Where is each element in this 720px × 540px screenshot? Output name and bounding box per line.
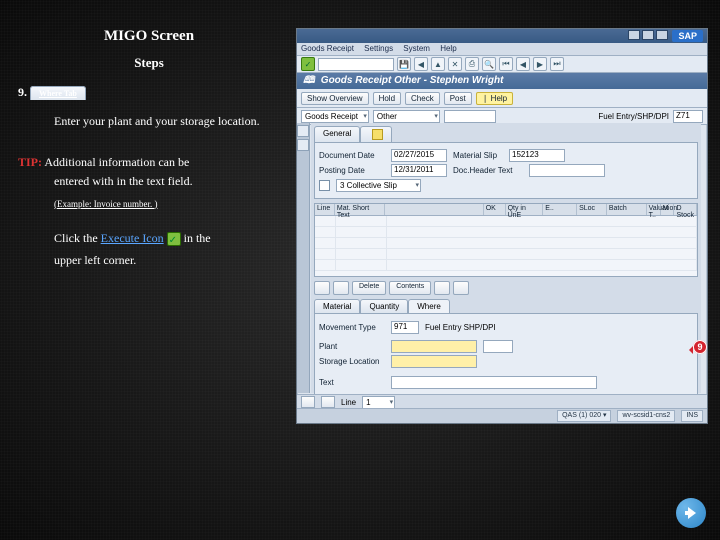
copy-icon[interactable] xyxy=(333,281,349,295)
instruction-panel: MIGO Screen Steps 9. Where Tab Enter you… xyxy=(0,0,290,540)
menu-settings[interactable]: Settings xyxy=(364,44,393,53)
headertext-label: Doc.Header Text xyxy=(453,166,523,175)
matslip-field[interactable]: 152123 xyxy=(509,149,565,162)
post-button[interactable]: Post xyxy=(444,92,472,105)
plant-code-field[interactable] xyxy=(483,340,513,353)
next-page-icon[interactable]: ▶ xyxy=(533,57,547,71)
prev-item-icon[interactable] xyxy=(301,396,315,408)
doc-date-label: Document Date xyxy=(319,151,385,160)
fuel-entry-label: Fuel Entry/SHP/DPI xyxy=(598,112,669,121)
help-button[interactable]: ❘ Help xyxy=(476,92,513,105)
tip-example: (Example: Invoice number. ) xyxy=(54,199,284,209)
menu-goods-receipt[interactable]: Goods Receipt xyxy=(301,44,354,53)
hold-button[interactable]: Hold xyxy=(373,92,401,105)
line-label: Line xyxy=(341,398,356,407)
sloc-label: Storage Location xyxy=(319,357,385,366)
action-select[interactable]: Goods Receipt xyxy=(301,110,369,123)
matslip-label: Material Slip xyxy=(453,151,503,160)
sloc-field[interactable] xyxy=(391,355,477,368)
delete-button[interactable]: Delete xyxy=(352,281,386,295)
sys-host: wv-scsid1-cns2 xyxy=(617,410,675,422)
mvt-type-field[interactable]: Z71 xyxy=(673,110,703,123)
execute-icon-link: Execute Icon xyxy=(101,231,164,245)
main-area: General Document Date 02/27/2015 Materia… xyxy=(311,123,701,393)
collective-slip-select[interactable]: 3 Collective Slip xyxy=(336,179,421,192)
tab-general[interactable]: General xyxy=(314,126,360,142)
execute-instruction: Click the Execute Icon in the xyxy=(54,227,284,250)
tab-quantity[interactable]: Quantity xyxy=(360,299,408,313)
execute-instruction-line2: upper left corner. xyxy=(54,249,284,272)
step-body: Enter your plant and your storage locati… xyxy=(54,110,284,133)
detail-icon[interactable] xyxy=(314,281,330,295)
callout-marker: 9 xyxy=(693,340,707,354)
mvt-type-label: Movement Type xyxy=(319,323,385,332)
mvt-desc: Fuel Entry SHP/DPI xyxy=(425,323,496,332)
line-select[interactable]: 1 xyxy=(362,396,395,409)
item-grid[interactable]: Line Mat. Short Text OK Qty in UnE E.. S… xyxy=(314,203,698,277)
sap-logo: SAP xyxy=(672,30,703,42)
window-buttons[interactable] xyxy=(626,30,668,42)
menu-bar[interactable]: Goods Receipt Settings System Help xyxy=(297,43,707,56)
sys-mode: INS xyxy=(681,410,703,422)
command-field[interactable] xyxy=(318,58,394,71)
post-date-label: Posting Date xyxy=(319,166,385,175)
app-toolbar: Show Overview Hold Check Post ❘ Help xyxy=(297,89,707,108)
prev-page-icon[interactable]: ◀ xyxy=(516,57,530,71)
steps-heading: Steps xyxy=(14,55,284,71)
plant-field[interactable] xyxy=(391,340,477,353)
cancel-icon[interactable]: ✕ xyxy=(448,57,462,71)
text-field[interactable] xyxy=(391,376,597,389)
grid-toolbar: Delete Contents xyxy=(314,281,698,295)
left-toolstrip xyxy=(297,123,310,393)
sort-icon[interactable] xyxy=(434,281,450,295)
warning-icon xyxy=(372,129,383,140)
collapse-icon[interactable] xyxy=(297,139,309,151)
step-number: 9. Where Tab xyxy=(18,85,284,100)
tip-label: TIP: xyxy=(18,155,42,169)
last-page-icon[interactable]: ⏭ xyxy=(550,57,564,71)
header-panel: Document Date 02/27/2015 Material Slip 1… xyxy=(314,142,698,199)
sys-client: QAS (1) 020 ▾ xyxy=(557,410,611,422)
mvt-type-value[interactable]: 971 xyxy=(391,321,419,334)
check-button[interactable]: Check xyxy=(405,92,440,105)
tip-body: entered with in the text field. xyxy=(54,170,284,193)
tab-vendor[interactable] xyxy=(360,126,392,142)
filter-icon[interactable] xyxy=(453,281,469,295)
page-title: MIGO Screen xyxy=(14,28,284,45)
plant-label: Plant xyxy=(319,342,385,351)
next-item-icon[interactable] xyxy=(321,396,335,408)
execute-icon xyxy=(167,232,181,246)
collective-slip-checkbox[interactable] xyxy=(319,180,330,191)
where-panel: Movement Type 971 Fuel Entry SHP/DPI Pla… xyxy=(314,313,698,396)
headertext-field[interactable] xyxy=(529,164,605,177)
next-slide-button[interactable] xyxy=(676,498,706,528)
tab-material[interactable]: Material xyxy=(314,299,360,313)
tab-where[interactable]: Where xyxy=(408,299,450,313)
menu-system[interactable]: System xyxy=(403,44,430,53)
back-icon[interactable]: ◀ xyxy=(414,57,428,71)
enter-icon[interactable]: ✓ xyxy=(301,57,315,71)
doc-date-field[interactable]: 02/27/2015 xyxy=(391,149,447,162)
ref-input[interactable] xyxy=(444,110,496,123)
system-status-bar: QAS (1) 020 ▾ wv-scsid1-cns2 INS xyxy=(297,408,707,423)
contents-button[interactable]: Contents xyxy=(389,281,431,295)
first-page-icon[interactable]: ⏮ xyxy=(499,57,513,71)
standard-toolbar: ✓ 💾 ◀ ▲ ✕ ⎙ 🔍 ⏮ ◀ ▶ ⏭ xyxy=(297,56,707,73)
tree-icon[interactable] xyxy=(297,125,309,137)
print-icon[interactable]: ⎙ xyxy=(465,57,479,71)
refdoc-select[interactable]: Other xyxy=(373,110,440,123)
show-overview-button[interactable]: Show Overview xyxy=(301,92,369,105)
text-label: Text xyxy=(319,378,385,387)
exit-icon[interactable]: ▲ xyxy=(431,57,445,71)
post-date-field[interactable]: 12/31/2011 xyxy=(391,164,447,177)
tip-row: TIP: Additional information can be xyxy=(18,155,284,170)
menu-help[interactable]: Help xyxy=(440,44,456,53)
save-icon[interactable]: 💾 xyxy=(397,57,411,71)
where-tab-label: Where Tab xyxy=(30,86,86,100)
find-icon[interactable]: 🔍 xyxy=(482,57,496,71)
detail-nav-bar: Line 1 xyxy=(297,394,707,409)
transaction-title: 🕮Goods Receipt Other - Stephen Wright xyxy=(297,73,707,89)
window-titlebar: SAP xyxy=(297,29,707,43)
sap-window: SAP Goods Receipt Settings System Help ✓… xyxy=(296,28,708,424)
